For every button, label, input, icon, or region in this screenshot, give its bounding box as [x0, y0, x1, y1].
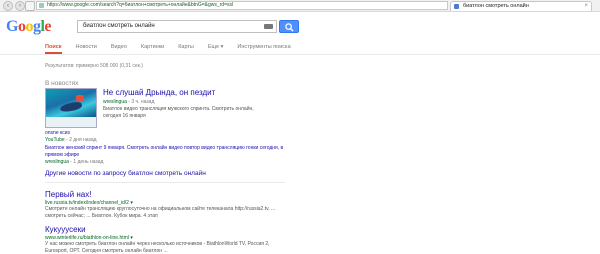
browser-tab[interactable]: биатлон смотреть онлайн × — [450, 1, 592, 11]
reload-icon[interactable] — [25, 1, 35, 11]
tab-search[interactable]: Поиск — [45, 42, 62, 54]
news-time: - 2 дня назад — [64, 137, 97, 143]
result-snippet: Смотрите онлайн трансляцию круглосуточно… — [45, 206, 276, 219]
tab-title: биатлон смотреть онлайн — [463, 3, 529, 9]
address-text: https://www.google.com/search?q=биатлон+… — [47, 2, 234, 8]
result-title[interactable]: Первый нах! — [45, 190, 91, 199]
lock-icon — [39, 3, 44, 8]
news-meta: YouTube - 2 дня назад — [45, 137, 97, 143]
news-time: - 1 день назад — [68, 159, 104, 165]
tabs-divider — [0, 54, 600, 55]
tab-images[interactable]: Картинки — [141, 42, 164, 54]
news-snippet: Биатлон видео трансляция мужского спринт… — [103, 106, 254, 119]
forward-button[interactable]: › — [15, 1, 25, 11]
news-source: wreslingua — [103, 99, 127, 105]
browser-toolbar: ‹ › https://www.google.com/search?q=биат… — [0, 0, 600, 12]
search-button[interactable] — [279, 20, 299, 33]
search-query: биатлон смотреть онлайн — [83, 23, 155, 29]
keyboard-icon[interactable] — [264, 24, 273, 29]
news-section-header: В новостях — [45, 80, 79, 87]
more-news-link[interactable]: Другие новости по запросу биатлон смотре… — [45, 170, 206, 177]
search-input[interactable]: биатлон смотреть онлайн — [77, 20, 277, 33]
google-favicon-icon — [454, 4, 459, 9]
news-source: YouTube — [45, 137, 65, 143]
result-stats: Результатов: примерно 508 000 (0,31 сек.… — [45, 63, 143, 69]
news-title[interactable]: onsne ксиз — [45, 130, 70, 136]
logo-letter: G — [6, 18, 18, 35]
news-thumbnail[interactable] — [45, 88, 97, 128]
back-button[interactable]: ‹ — [3, 1, 13, 11]
news-meta: wreslingua - 3 ч. назад — [103, 99, 154, 105]
result-snippet: У нас можно смотреть биатлон онлайн чере… — [45, 241, 270, 254]
address-bar[interactable]: https://www.google.com/search?q=биатлон+… — [36, 1, 448, 10]
search-icon — [285, 23, 294, 32]
news-meta: wreslingua - 1 день назад — [45, 159, 103, 165]
search-tabs: Поиск Новости Видео Картинки Карты Еще ▾… — [45, 42, 305, 54]
tab-search-tools[interactable]: Инструменты поиска — [237, 42, 290, 54]
google-logo[interactable]: Google — [6, 18, 51, 36]
logo-letter: e — [44, 18, 52, 35]
result-title[interactable]: Кукууусеки — [45, 225, 86, 234]
news-title[interactable]: Биатлон женский спринт 9 января. Смотрет… — [45, 145, 285, 158]
news-title[interactable]: Не слушай Дрында, он пездит — [103, 88, 215, 97]
news-source: wreslingua — [45, 159, 69, 165]
tab-news[interactable]: Новости — [76, 42, 97, 54]
tab-maps[interactable]: Карты — [178, 42, 194, 54]
logo-letter: o — [25, 18, 33, 35]
news-time: - 3 ч. назад — [126, 99, 155, 105]
tab-video[interactable]: Видео — [111, 42, 127, 54]
divider — [45, 182, 285, 183]
tab-more[interactable]: Еще ▾ — [208, 42, 223, 54]
close-tab-icon[interactable]: × — [584, 2, 588, 11]
